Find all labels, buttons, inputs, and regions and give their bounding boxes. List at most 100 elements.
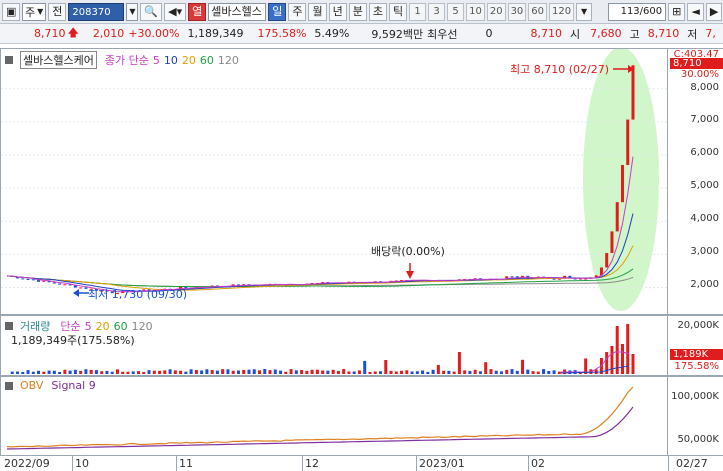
ma10-line [6,213,634,292]
price-candle [510,276,514,278]
pct-badge: 30.00% [680,69,719,80]
interval-20[interactable]: 20 [486,2,506,21]
volume-bar [521,359,525,374]
obv-legend: OBV Signal 9 [5,379,96,392]
volume-bar [121,371,125,374]
period-tick-button[interactable]: 틱 [388,2,408,21]
volume-bar [289,369,293,374]
volume-bar [258,370,262,374]
open-price: 7,680 [590,27,622,40]
interval-60[interactable]: 60 [528,2,548,21]
zoom-out-icon[interactable]: ◄ [687,2,704,21]
low-price: 7, [705,27,716,40]
last-price: 8,710 [530,27,562,40]
volume-bar [357,370,361,374]
volume-bar [94,370,98,374]
price-candle [605,253,609,268]
interval-30[interactable]: 30 [507,2,527,21]
prev-button[interactable]: 전 [48,2,67,21]
xtick-2023-01: 2023/01 [419,457,465,470]
chart-settings-icon[interactable]: ⊞ [668,2,686,21]
ytick-100000k: 100,000K [671,391,719,402]
search-icon[interactable]: 🔍 [140,2,163,21]
code-dropdown-button[interactable]: ▼ [126,2,139,21]
layout-icon[interactable]: ▣ [2,2,20,21]
stock-name-label[interactable]: 셀바스헬스케어 [20,51,97,69]
volume-bar [58,371,62,374]
volume-bar [126,371,130,374]
interval-1[interactable]: 1 [409,2,427,21]
xtick-02: 02 [531,457,545,470]
interval-5[interactable]: 5 [447,2,465,21]
period-month-button[interactable]: 월 [308,2,327,21]
volume-bar [37,370,41,374]
volume-bar [273,369,277,374]
volume-bar [284,371,288,374]
volume-bar [421,370,425,374]
volume-bar [16,371,20,374]
up-arrow-icon: 🡅 [67,26,79,39]
volume-bar [336,370,340,374]
volume-bar [452,371,456,374]
volume-bar [179,370,183,374]
volume-bar [489,369,493,374]
price-candle [626,119,630,165]
change-amount: 2,010 [92,27,125,40]
xtick-12: 12 [305,457,319,470]
obv-axis: 100,000K 50,000K [668,376,723,456]
low-annotation: 최저 1,730 (09/30) [88,288,188,301]
volume-bar [373,371,377,374]
volume-bar [115,369,119,374]
speaker-icon[interactable]: ◀▾ [164,2,187,21]
volume-bar [89,369,93,374]
volume-bar [52,370,56,374]
volume-bar [189,369,193,374]
period-day-button[interactable]: 일 [268,2,287,21]
zoom-in-icon[interactable]: ▶ [705,2,723,21]
price-chart-svg [1,49,667,311]
volume-bar [163,370,167,374]
ytick-20000k: 20,000K [677,320,719,331]
volume-bar [620,344,624,374]
toolbar: ▣ 주 ▼ 전 208370 ▼ 🔍 ◀▾ 열 셀바스헬스 일 주 월 년 분 … [0,0,723,24]
volume-bar [536,371,540,374]
interval-dropdown-button[interactable]: ▼ [576,2,593,21]
x-separator [668,456,669,471]
ma120-label: 120 [217,53,239,67]
obv-label[interactable]: OBV [20,379,43,392]
volume-bar [247,369,251,374]
volume-bar [84,369,88,374]
volume-bar [615,326,619,374]
interval-120[interactable]: 120 [549,2,575,21]
price-panel[interactable]: 셀바스헬스케어 종가 단순 5 10 20 60 120 최고 8,710 (0… [0,48,668,315]
volume-panel[interactable]: 거래량 단순 5 20 60 120 1,189,349주(175.58%) [0,315,668,376]
volume-bar [263,369,267,374]
current-price-badge: 8,710 [670,58,723,69]
volume-bar [557,371,561,374]
xtick-10: 10 [75,457,89,470]
volume-bar [47,370,51,374]
hot-tag-button[interactable]: 열 [188,2,207,21]
x-separator [176,456,177,471]
ma60-label: 60 [199,53,214,67]
interval-10[interactable]: 10 [466,2,485,21]
volume-bar [236,370,240,374]
price-axis: C:403.47 8,710 30.00% 8,000 7,000 6,000 … [668,48,723,315]
price-candle [26,278,30,280]
period-year-button[interactable]: 년 [328,2,347,21]
interval-3[interactable]: 3 [428,2,446,21]
period-week-button[interactable]: 주 [288,2,307,21]
volume-bar [321,370,325,374]
volume-bar [300,370,304,374]
period-minute-button[interactable]: 분 [348,2,367,21]
volume-bar [79,370,83,374]
period-second-button[interactable]: 초 [368,2,387,21]
obv-panel[interactable]: OBV Signal 9 [0,376,668,456]
volume-bar [226,369,230,374]
legend-grid-icon [5,56,13,64]
volume-bar [21,371,25,374]
market-select[interactable]: 주 ▼ [22,2,47,21]
stock-code-input[interactable]: 208370 [68,2,125,21]
x-separator [72,456,73,471]
volume-bar [342,369,346,374]
